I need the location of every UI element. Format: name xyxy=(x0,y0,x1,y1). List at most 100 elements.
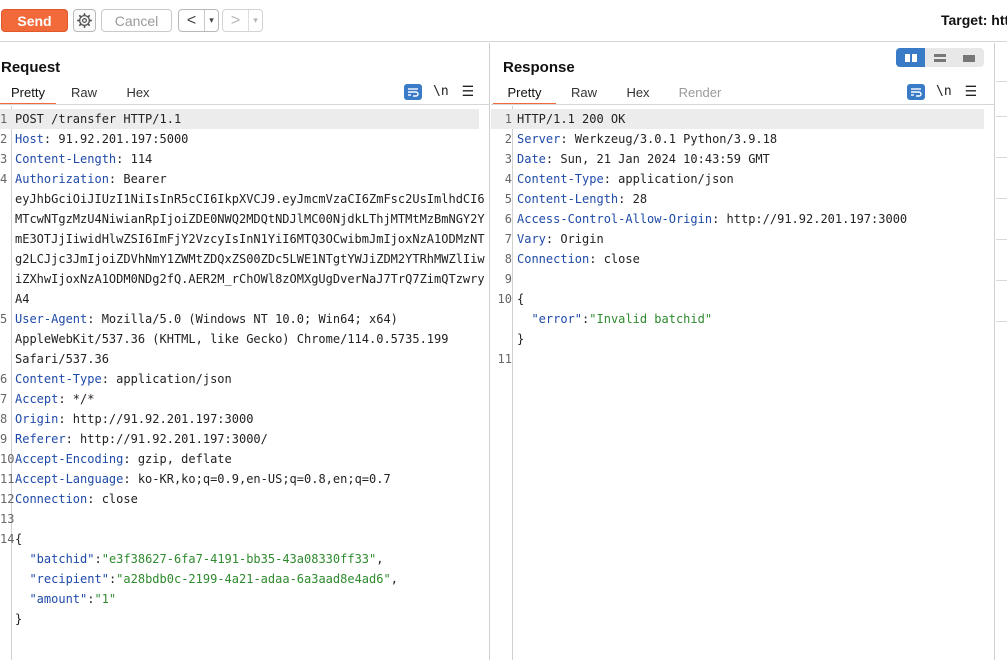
code-line[interactable]: 7 Accept: */* xyxy=(0,389,479,409)
code-line[interactable]: 6 Access-Control-Allow-Origin: http://91.… xyxy=(491,209,984,229)
code-line[interactable]: 1 POST /transfer HTTP/1.1 xyxy=(0,109,479,129)
header-name: Access-Control-Allow-Origin xyxy=(517,212,713,226)
code-line[interactable]: MTcwNTgzMzU4NiwianRpIjoiZDE0NWQ2MDQtNDJl… xyxy=(0,209,485,229)
code-line[interactable]: 4 Authorization: Bearer xyxy=(0,169,479,189)
code-line[interactable]: 11 xyxy=(491,349,984,369)
layout-tabbed-icon[interactable] xyxy=(955,48,984,67)
strip-divider xyxy=(996,280,1007,281)
header-name: Content-Type xyxy=(15,372,102,386)
code-text: : close xyxy=(589,252,640,266)
header-name: User-Agent xyxy=(15,312,88,326)
layout-side-by-side-icon[interactable] xyxy=(896,48,926,67)
request-show-newlines-icon[interactable]: \n xyxy=(433,84,449,99)
code-line[interactable]: 8 Origin: http://91.92.201.197:3000 xyxy=(0,409,479,429)
request-editor-tools: \n ☰ xyxy=(404,83,474,100)
line-content: Origin: http://91.92.201.197:3000 xyxy=(15,409,253,429)
line-content: "recipient":"a28bdb0c-2199-4a21-adaa-6a3… xyxy=(15,569,398,589)
line-number: 4 xyxy=(0,172,8,186)
code-line[interactable]: Safari/537.36 xyxy=(0,349,479,369)
settings-button[interactable] xyxy=(73,9,96,32)
code-line[interactable]: mE3OTJjIiwidHlwZSI6ImFjY2VzcyIsInN1YiI6M… xyxy=(0,229,485,249)
response-panel: Response Pretty Raw Hex Render \n ☰ 1 HTT… xyxy=(491,43,995,660)
line-number: 5 xyxy=(504,192,512,206)
strip-divider xyxy=(996,81,1007,82)
code-line[interactable]: 5 Content-Length: 28 xyxy=(491,189,984,209)
request-editor[interactable]: 1 POST /transfer HTTP/1.1 2 Host: 91.92.201… xyxy=(0,106,489,660)
request-wrap-lines-icon[interactable] xyxy=(404,83,422,100)
cancel-button[interactable]: Cancel xyxy=(101,9,172,32)
line-content: "amount":"1" xyxy=(15,589,116,609)
code-line[interactable]: 7 Vary: Origin xyxy=(491,229,984,249)
code-line[interactable]: A4 xyxy=(0,289,479,309)
code-line[interactable]: 12 Connection: close xyxy=(0,489,479,509)
json-key: "error" xyxy=(531,312,583,326)
request-tab-hex[interactable]: Hex xyxy=(112,81,164,105)
response-show-newlines-icon[interactable]: \n xyxy=(936,84,952,99)
code-line[interactable]: iZXhwIjoxNzA1ODM0NDg2fQ.AER2M_rChOWl8zOM… xyxy=(0,269,485,289)
code-line[interactable]: 6 Content-Type: application/json xyxy=(0,369,479,389)
inspector-strip[interactable] xyxy=(996,43,1007,660)
json-key: "recipient" xyxy=(29,572,109,586)
code-line[interactable]: 9 xyxy=(491,269,984,289)
strip-divider xyxy=(996,239,1007,240)
back-button-group[interactable]: < ▾ xyxy=(178,9,219,32)
code-line[interactable]: "recipient":"a28bdb0c-2199-4a21-adaa-6a3… xyxy=(0,569,479,589)
gear-icon xyxy=(77,13,92,28)
code-line[interactable]: 11 Accept-Language: ko-KR,ko;q=0.9,en-US;… xyxy=(0,469,479,489)
strip-divider xyxy=(996,321,1007,322)
response-menu-icon[interactable]: ☰ xyxy=(965,83,978,100)
code-line[interactable]: 3 Content-Length: 114 xyxy=(0,149,479,169)
code-line[interactable]: } xyxy=(0,609,479,629)
response-tab-raw[interactable]: Raw xyxy=(556,81,612,105)
back-history-dropdown-icon[interactable]: ▾ xyxy=(205,10,218,31)
header-name: Content-Length xyxy=(15,152,117,166)
code-line[interactable]: 2 Server: Werkzeug/3.0.1 Python/3.9.18 xyxy=(491,129,984,149)
code-line[interactable]: 9 Referer: http://91.92.201.197:3000/ xyxy=(0,429,479,449)
code-line[interactable]: 10 Accept-Encoding: gzip, deflate xyxy=(0,449,479,469)
request-menu-icon[interactable]: ☰ xyxy=(462,83,475,100)
back-arrow-icon[interactable]: < xyxy=(179,10,205,31)
response-editor-tools: \n ☰ xyxy=(907,83,977,100)
code-text: Safari/537.36 xyxy=(15,352,109,366)
response-editor[interactable]: 1 HTTP/1.1 200 OK 2 Server: Werkzeug/3.0.1 … xyxy=(491,106,994,660)
target-label[interactable]: Target: htt xyxy=(941,12,1007,28)
response-tab-render[interactable]: Render xyxy=(664,81,736,105)
code-text: : close xyxy=(87,492,138,506)
code-line[interactable]: AppleWebKit/537.36 (KHTML, like Gecko) C… xyxy=(0,329,479,349)
code-line[interactable]: g2LCJjc3JmIjoiZDVhNmY1ZWMtZDQxZS00ZDc5LW… xyxy=(0,249,485,269)
code-line[interactable]: 13 xyxy=(0,509,479,529)
code-line[interactable]: 3 Date: Sun, 21 Jan 2024 10:43:59 GMT xyxy=(491,149,984,169)
code-line[interactable]: 1 HTTP/1.1 200 OK xyxy=(491,109,984,129)
code-line[interactable]: "amount":"1" xyxy=(0,589,479,609)
code-line[interactable]: 10 { xyxy=(491,289,984,309)
code-line[interactable]: 14{ xyxy=(0,529,479,549)
json-string: "e3f38627-6fa7-4191-bb35-43a08330ff33" xyxy=(101,552,377,566)
line-content: mE3OTJjIiwidHlwZSI6ImFjY2VzcyIsInN1YiI6M… xyxy=(15,229,485,249)
code-line[interactable]: "batchid":"e3f38627-6fa7-4191-bb35-43a08… xyxy=(0,549,479,569)
send-button[interactable]: Send xyxy=(1,9,68,32)
forward-history-dropdown-icon[interactable]: ▾ xyxy=(249,10,262,31)
response-wrap-lines-icon[interactable] xyxy=(907,83,925,100)
code-line[interactable]: } xyxy=(491,329,984,349)
code-text: : application/json xyxy=(603,172,734,186)
code-line[interactable]: 2 Host: 91.92.201.197:5000 xyxy=(0,129,479,149)
response-tab-hex[interactable]: Hex xyxy=(612,81,664,105)
code-text: : ko-KR,ko;q=0.9,en-US;q=0.8,en;q=0.7 xyxy=(123,472,391,486)
code-line[interactable]: 4 Content-Type: application/json xyxy=(491,169,984,189)
line-number: 11 xyxy=(0,472,15,486)
code-line[interactable]: 8 Connection: close xyxy=(491,249,984,269)
request-tab-raw[interactable]: Raw xyxy=(56,81,112,105)
code-text: : http://91.92.201.197:3000 xyxy=(712,212,908,226)
forward-button-group[interactable]: > ▾ xyxy=(222,9,263,32)
code-line[interactable]: 5 User-Agent: Mozilla/5.0 (Windows NT 10.… xyxy=(0,309,479,329)
request-tab-pretty[interactable]: Pretty xyxy=(0,81,56,105)
response-tab-pretty[interactable]: Pretty xyxy=(493,81,556,105)
line-number: 3 xyxy=(504,152,512,166)
code-line[interactable]: "error":"Invalid batchid" xyxy=(491,309,984,329)
code-line[interactable]: eyJhbGciOiJIUzI1NiIsInR5cCI6IkpXVCJ9.eyJ… xyxy=(0,189,485,209)
line-content: iZXhwIjoxNzA1ODM0NDg2fQ.AER2M_rChOWl8zOM… xyxy=(15,269,485,289)
layout-stacked-icon[interactable] xyxy=(925,48,954,67)
forward-arrow-icon[interactable]: > xyxy=(223,10,249,31)
